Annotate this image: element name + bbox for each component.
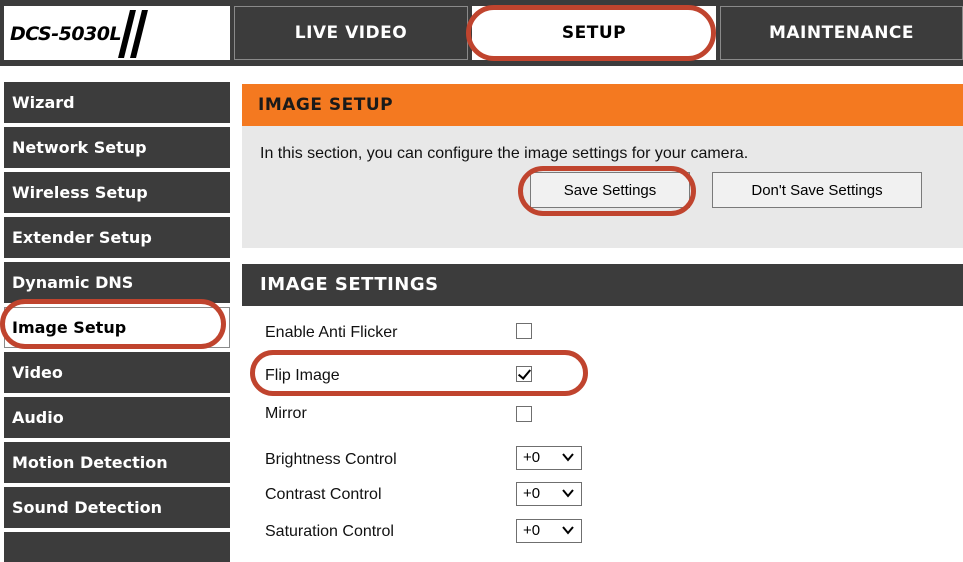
sidebar-item-label: Wizard <box>12 93 75 112</box>
tab-label: SETUP <box>561 23 627 43</box>
tab-label: MAINTENANCE <box>768 23 915 43</box>
sidebar-item-label: Dynamic DNS <box>12 273 134 292</box>
top-nav-bar: DCS-5030L LIVE VIDEO SETUP MAINTENANCE <box>0 0 963 66</box>
sidebar-item-audio[interactable]: Audio <box>4 397 230 438</box>
enable-anti-flicker-label: Enable Anti Flicker <box>265 324 398 341</box>
sidebar-item-cutoff[interactable] <box>4 532 230 562</box>
mirror-label: Mirror <box>265 405 307 422</box>
chevron-down-icon <box>562 526 574 535</box>
section-title: IMAGE SETTINGS <box>260 274 439 295</box>
sidebar-item-sound-detection[interactable]: Sound Detection <box>4 487 230 528</box>
tab-setup[interactable]: SETUP <box>472 6 716 60</box>
sidebar-item-label: Video <box>12 363 63 382</box>
tab-label: LIVE VIDEO <box>294 23 408 43</box>
sidebar-item-image-setup[interactable]: Image Setup <box>4 307 230 348</box>
save-settings-button[interactable]: Save Settings <box>530 172 690 208</box>
section-title: IMAGE SETUP <box>258 95 394 115</box>
logo-model-text: DCS-5030L <box>10 23 122 45</box>
sidebar-item-wireless-setup[interactable]: Wireless Setup <box>4 172 230 213</box>
flip-image-checkbox[interactable] <box>516 366 532 382</box>
brightness-select[interactable]: +0 <box>516 446 582 470</box>
sidebar-item-video[interactable]: Video <box>4 352 230 393</box>
sidebar-item-network-setup[interactable]: Network Setup <box>4 127 230 168</box>
sidebar-item-label: Motion Detection <box>12 453 168 472</box>
button-label: Save Settings <box>563 181 657 199</box>
sidebar-item-label: Extender Setup <box>12 228 152 247</box>
image-settings-header: IMAGE SETTINGS <box>242 264 963 306</box>
select-value: +0 <box>523 449 541 466</box>
sidebar-item-label: Audio <box>12 408 64 427</box>
sidebar-item-label: Wireless Setup <box>12 183 148 202</box>
image-setup-header: IMAGE SETUP <box>242 84 963 126</box>
sidebar-item-label: Sound Detection <box>12 498 162 517</box>
brightness-control-label: Brightness Control <box>265 451 397 468</box>
tab-maintenance[interactable]: MAINTENANCE <box>720 6 963 60</box>
chevron-down-icon <box>562 489 574 498</box>
sidebar-item-dynamic-dns[interactable]: Dynamic DNS <box>4 262 230 303</box>
tab-live-video[interactable]: LIVE VIDEO <box>234 6 468 60</box>
saturation-control-label: Saturation Control <box>265 523 394 540</box>
logo: DCS-5030L <box>4 6 230 60</box>
sidebar-item-extender-setup[interactable]: Extender Setup <box>4 217 230 258</box>
contrast-control-label: Contrast Control <box>265 486 382 503</box>
contrast-select[interactable]: +0 <box>516 482 582 506</box>
sidebar-item-motion-detection[interactable]: Motion Detection <box>4 442 230 483</box>
dont-save-settings-button[interactable]: Don't Save Settings <box>712 172 922 208</box>
mirror-checkbox[interactable] <box>516 406 532 422</box>
select-value: +0 <box>523 522 541 539</box>
enable-anti-flicker-checkbox[interactable] <box>516 323 532 339</box>
sidebar-item-label: Image Setup <box>12 318 127 337</box>
sidebar-item-label: Network Setup <box>12 138 147 157</box>
button-label: Don't Save Settings <box>751 181 883 199</box>
section-description: In this section, you can configure the i… <box>260 145 749 162</box>
select-value: +0 <box>523 485 541 502</box>
saturation-select[interactable]: +0 <box>516 519 582 543</box>
chevron-down-icon <box>562 453 574 462</box>
flip-image-label: Flip Image <box>265 367 340 384</box>
sidebar-item-wizard[interactable]: Wizard <box>4 82 230 123</box>
